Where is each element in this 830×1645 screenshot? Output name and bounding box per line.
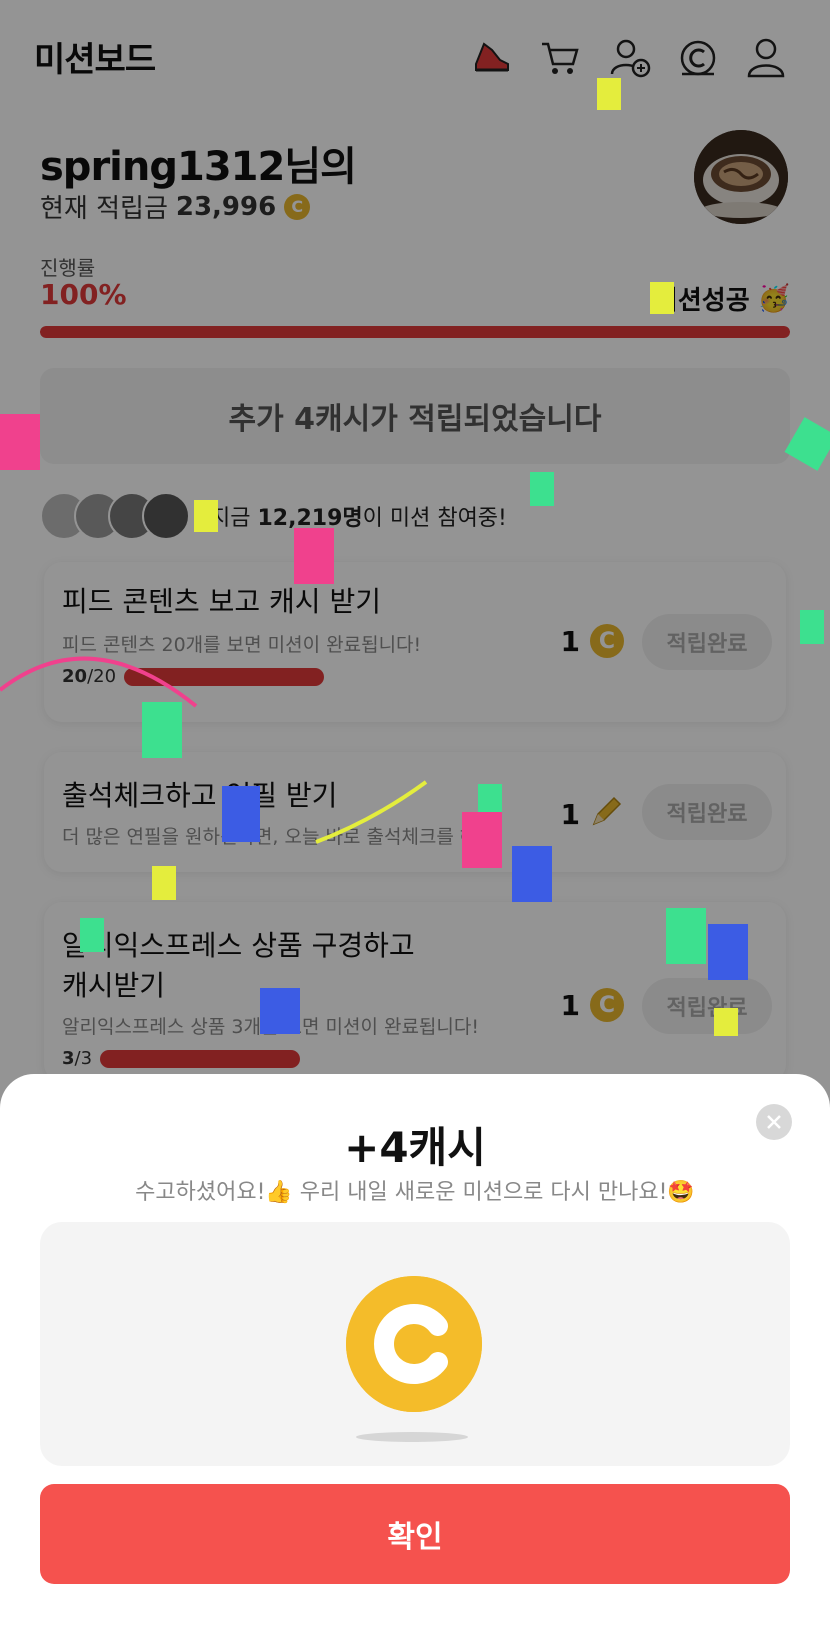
confetti-streamer: [0, 656, 198, 708]
coin-illustration-box: [40, 1222, 790, 1466]
sheet-subtitle: 수고하셨어요!👍 우리 내일 새로운 미션으로 다시 만나요!🤩: [135, 1180, 695, 1205]
coin-shadow: [356, 1432, 468, 1442]
confetti-piece: [800, 610, 824, 644]
confetti-piece: [222, 786, 260, 842]
cash-coin-icon: [346, 1276, 482, 1412]
confetti-piece: [80, 918, 104, 952]
reward-bottom-sheet: +4캐시 수고하셨어요!👍 우리 내일 새로운 미션으로 다시 만나요!🤩 확인: [0, 1074, 830, 1645]
confirm-button[interactable]: 확인: [40, 1484, 790, 1584]
confetti-piece: [152, 866, 176, 900]
sheet-title: +4캐시: [344, 1123, 486, 1172]
confetti-piece: [714, 1008, 738, 1036]
confetti-piece: [294, 528, 334, 584]
confetti-piece: [650, 282, 674, 314]
confetti-piece: [666, 908, 706, 964]
confetti-piece: [512, 846, 552, 902]
confetti-piece: [0, 414, 40, 470]
confetti-piece: [462, 812, 502, 868]
confetti-piece: [530, 472, 554, 506]
mission-board-page: 미션보드 spring1312님의 현재 적립금 23,996 C 진행률 10…: [0, 0, 830, 1645]
confetti-streamer: [315, 780, 428, 844]
confetti-piece: [260, 988, 300, 1034]
confetti-piece: [194, 500, 218, 532]
confetti-piece: [708, 924, 748, 980]
confetti-piece: [478, 784, 502, 814]
confetti-piece: [597, 78, 621, 110]
confetti-piece: [142, 702, 182, 758]
